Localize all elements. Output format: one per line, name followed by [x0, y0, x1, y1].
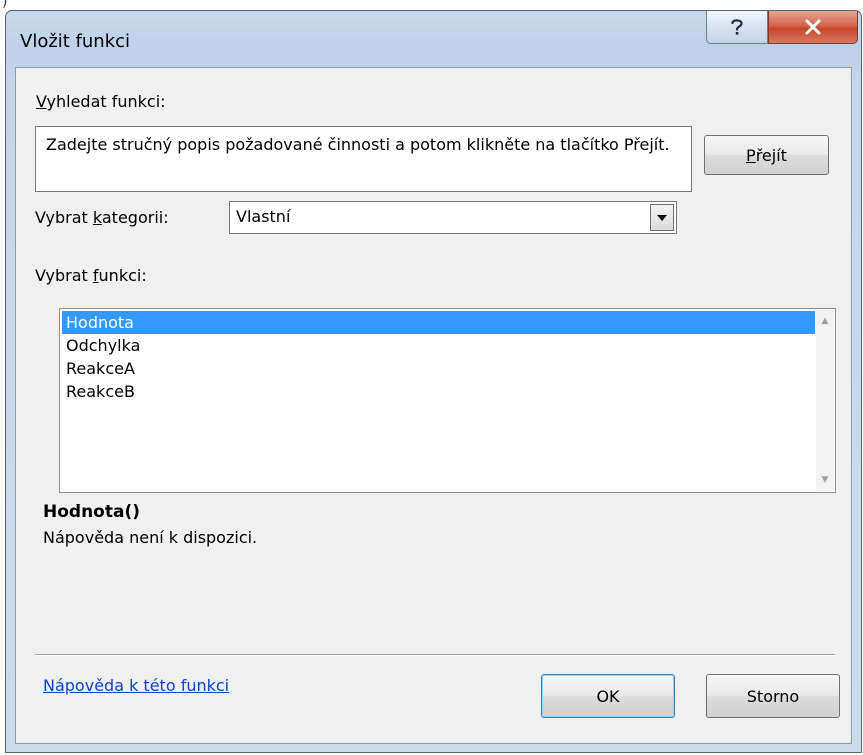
function-list-label: Vybrat funkci: — [35, 266, 147, 285]
question-mark-icon — [731, 19, 743, 35]
scroll-down-icon[interactable]: ▼ — [816, 475, 834, 485]
list-item[interactable]: Odchylka — [62, 334, 815, 357]
dropdown-arrow-icon — [657, 214, 667, 221]
function-list: Hodnota Odchylka ReakceA ReakceB — [62, 311, 815, 490]
go-button[interactable]: Přejít — [704, 135, 829, 175]
search-function-input[interactable]: Zadejte stručný popis požadované činnost… — [35, 126, 692, 192]
category-label: Vybrat kategorii: — [35, 208, 169, 227]
scroll-up-icon[interactable]: ▲ — [816, 316, 834, 326]
function-signature: Hodnota() — [43, 502, 140, 522]
cancel-button[interactable]: Storno — [706, 674, 840, 718]
close-x-icon — [805, 19, 821, 35]
top-strip: ) — [0, 0, 863, 10]
list-item[interactable]: Hodnota — [62, 311, 815, 334]
list-scrollbar[interactable]: ▲ ▼ — [816, 310, 834, 491]
list-item[interactable]: ReakceA — [62, 357, 815, 380]
cut-off-glyph: ) — [2, 0, 8, 10]
dialog-title: Vložit funkci — [20, 31, 131, 52]
function-description: Nápověda není k dispozici. — [43, 528, 258, 547]
help-button[interactable] — [706, 11, 768, 44]
title-bar[interactable]: Vložit funkci — [6, 11, 861, 67]
category-value: Vlastní — [236, 207, 291, 226]
dialog-body: Vyhledat funkci: Zadejte stručný popis p… — [15, 67, 852, 744]
insert-function-dialog: Vložit funkci Vyhledat funkci: Zadejte s… — [5, 10, 862, 753]
ok-button[interactable]: OK — [541, 674, 675, 718]
search-label: Vyhledat funkci: — [36, 92, 166, 111]
list-item[interactable]: ReakceB — [62, 380, 815, 403]
function-listbox[interactable]: Hodnota Odchylka ReakceA ReakceB ▲ ▼ — [59, 308, 836, 493]
category-select[interactable]: Vlastní — [229, 201, 677, 234]
function-help-link[interactable]: Nápověda k této funkci — [43, 676, 229, 695]
close-button[interactable] — [768, 11, 858, 44]
separator — [35, 654, 835, 656]
category-dropdown-button[interactable] — [650, 204, 674, 231]
